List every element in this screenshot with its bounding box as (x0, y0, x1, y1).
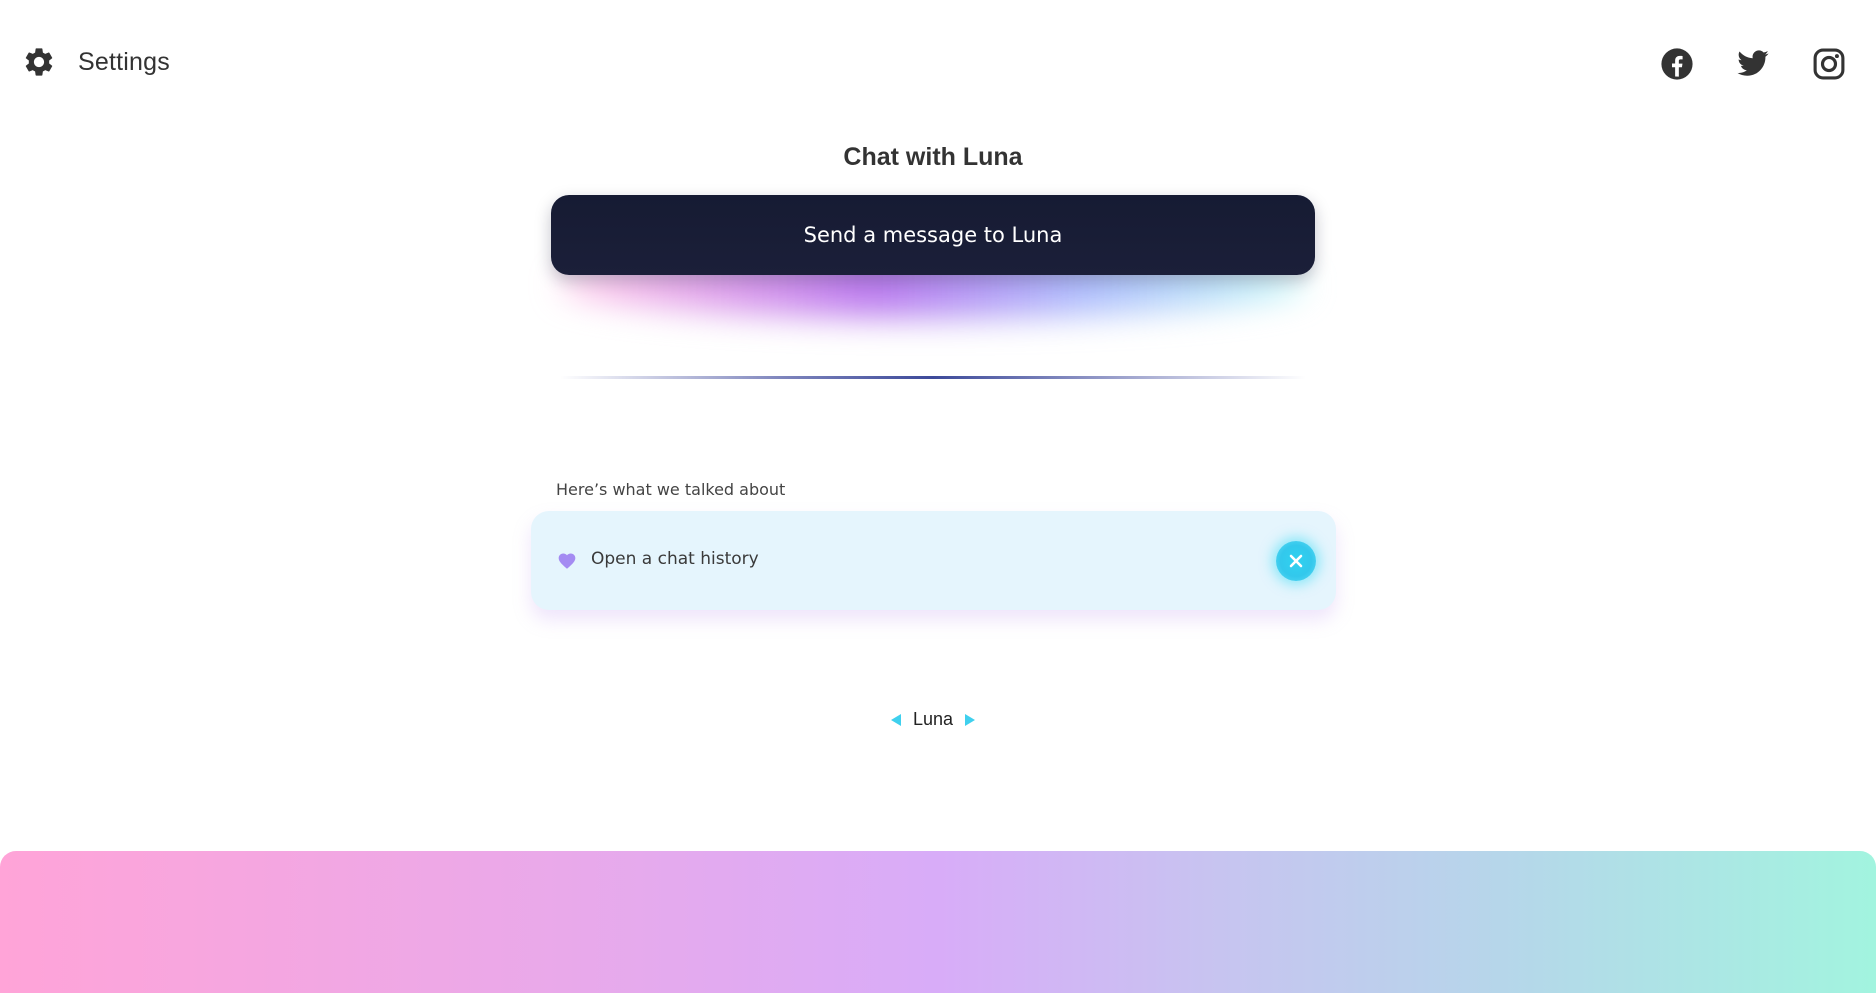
close-button[interactable] (1276, 541, 1316, 581)
settings-label: Settings (78, 47, 170, 76)
pager-current-name: Luna (912, 709, 954, 729)
gear-icon (22, 45, 56, 79)
character-pager: Luna (0, 709, 1866, 730)
close-icon (1288, 553, 1304, 569)
instagram-icon[interactable] (1812, 47, 1846, 81)
settings-button[interactable]: Settings (22, 45, 170, 79)
page-title: Chat with Luna (843, 143, 1023, 171)
triangle-right-icon[interactable] (963, 713, 977, 727)
history-item-label: Open a chat history (591, 549, 759, 569)
page: Settings Chat with Luna Send a message t… (0, 0, 1876, 993)
footer-gradient (0, 851, 1876, 993)
send-message-button[interactable]: Send a message to Luna (551, 195, 1315, 275)
twitter-icon[interactable] (1736, 47, 1770, 81)
social-links (1660, 47, 1846, 81)
facebook-icon[interactable] (1660, 47, 1694, 81)
divider (560, 376, 1306, 379)
triangle-left-icon[interactable] (889, 713, 903, 727)
chat-history-item[interactable]: Open a chat history (531, 511, 1336, 610)
history-heading: Here’s what we talked about (556, 480, 786, 499)
